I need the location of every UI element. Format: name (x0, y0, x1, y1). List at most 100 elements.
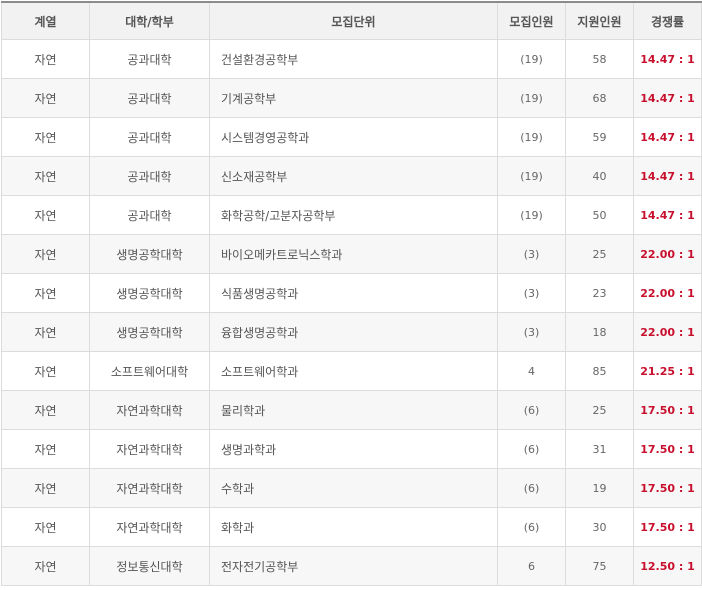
cell-ratio: 17.50 : 1 (633, 390, 702, 430)
header-applicants: 지원인원 (565, 1, 634, 40)
cell-unit: 기계공학부 (209, 78, 498, 118)
cell-quota: (19) (497, 156, 566, 196)
cell-college: 자연과학대학 (89, 429, 210, 469)
cell-field: 자연 (1, 273, 90, 313)
table-row: 자연 정보통신대학 전자전기공학부 6 75 12.50 : 1 (1, 546, 702, 586)
cell-field: 자연 (1, 468, 90, 508)
admission-competition-table: 계열 대학/학부 모집단위 모집인원 지원인원 경쟁률 자연 공과대학 건설환경공학… (1, 1, 702, 586)
table-row: 자연 공과대학 신소재공학부 (19) 40 14.47 : 1 (1, 156, 702, 196)
cell-unit: 시스템경영공학과 (209, 117, 498, 157)
cell-college: 소프트웨어대학 (89, 351, 210, 391)
cell-ratio: 14.47 : 1 (633, 117, 702, 157)
table-row: 자연 생명공학대학 바이오메카트로닉스학과 (3) 25 22.00 : 1 (1, 234, 702, 274)
cell-quota: (6) (497, 468, 566, 508)
cell-ratio: 17.50 : 1 (633, 429, 702, 469)
cell-field: 자연 (1, 312, 90, 352)
table-row: 자연 공과대학 기계공학부 (19) 68 14.47 : 1 (1, 78, 702, 118)
cell-applicants: 50 (565, 195, 634, 235)
header-ratio: 경쟁률 (633, 1, 702, 40)
cell-applicants: 30 (565, 507, 634, 547)
cell-college: 공과대학 (89, 39, 210, 79)
cell-field: 자연 (1, 156, 90, 196)
cell-college: 자연과학대학 (89, 468, 210, 508)
cell-applicants: 25 (565, 390, 634, 430)
cell-college: 자연과학대학 (89, 390, 210, 430)
cell-quota: (19) (497, 117, 566, 157)
cell-college: 생명공학대학 (89, 273, 210, 313)
cell-field: 자연 (1, 39, 90, 79)
table-row: 자연 생명공학대학 융합생명공학과 (3) 18 22.00 : 1 (1, 312, 702, 352)
cell-quota: (6) (497, 429, 566, 469)
cell-unit: 소프트웨어학과 (209, 351, 498, 391)
cell-college: 생명공학대학 (89, 234, 210, 274)
cell-quota: (3) (497, 273, 566, 313)
cell-ratio: 17.50 : 1 (633, 468, 702, 508)
cell-quota: (6) (497, 390, 566, 430)
table-row: 자연 자연과학대학 화학과 (6) 30 17.50 : 1 (1, 507, 702, 547)
cell-applicants: 19 (565, 468, 634, 508)
cell-unit: 식품생명공학과 (209, 273, 498, 313)
cell-applicants: 18 (565, 312, 634, 352)
cell-ratio: 22.00 : 1 (633, 234, 702, 274)
header-unit: 모집단위 (209, 1, 498, 40)
cell-field: 자연 (1, 429, 90, 469)
cell-quota: (3) (497, 234, 566, 274)
cell-field: 자연 (1, 195, 90, 235)
cell-unit: 융합생명공학과 (209, 312, 498, 352)
cell-college: 공과대학 (89, 156, 210, 196)
table-row: 자연 공과대학 건설환경공학부 (19) 58 14.47 : 1 (1, 39, 702, 79)
header-field: 계열 (1, 1, 90, 40)
cell-unit: 물리학과 (209, 390, 498, 430)
cell-unit: 건설환경공학부 (209, 39, 498, 79)
header-quota: 모집인원 (497, 1, 566, 40)
table-row: 자연 자연과학대학 수학과 (6) 19 17.50 : 1 (1, 468, 702, 508)
table-row: 자연 생명공학대학 식품생명공학과 (3) 23 22.00 : 1 (1, 273, 702, 313)
header-college: 대학/학부 (89, 1, 210, 40)
cell-college: 공과대학 (89, 78, 210, 118)
cell-ratio: 12.50 : 1 (633, 546, 702, 586)
cell-field: 자연 (1, 78, 90, 118)
table-header-row: 계열 대학/학부 모집단위 모집인원 지원인원 경쟁률 (1, 1, 702, 40)
cell-field: 자연 (1, 390, 90, 430)
cell-applicants: 68 (565, 78, 634, 118)
table-row: 자연 소프트웨어대학 소프트웨어학과 4 85 21.25 : 1 (1, 351, 702, 391)
cell-applicants: 58 (565, 39, 634, 79)
cell-ratio: 14.47 : 1 (633, 39, 702, 79)
cell-field: 자연 (1, 234, 90, 274)
cell-quota: (6) (497, 507, 566, 547)
cell-field: 자연 (1, 507, 90, 547)
cell-unit: 바이오메카트로닉스학과 (209, 234, 498, 274)
cell-college: 생명공학대학 (89, 312, 210, 352)
cell-college: 자연과학대학 (89, 507, 210, 547)
cell-ratio: 22.00 : 1 (633, 273, 702, 313)
cell-college: 정보통신대학 (89, 546, 210, 586)
cell-ratio: 22.00 : 1 (633, 312, 702, 352)
table-body: 자연 공과대학 건설환경공학부 (19) 58 14.47 : 1 자연 공과대학 기계공학부(… (1, 39, 702, 586)
cell-unit: 전자전기공학부 (209, 546, 498, 586)
cell-quota: (19) (497, 78, 566, 118)
cell-ratio: 14.47 : 1 (633, 78, 702, 118)
cell-applicants: 31 (565, 429, 634, 469)
cell-ratio: 14.47 : 1 (633, 156, 702, 196)
cell-ratio: 17.50 : 1 (633, 507, 702, 547)
cell-applicants: 40 (565, 156, 634, 196)
cell-college: 공과대학 (89, 195, 210, 235)
cell-college: 공과대학 (89, 117, 210, 157)
cell-unit: 생명과학과 (209, 429, 498, 469)
cell-quota: (3) (497, 312, 566, 352)
cell-quota: 4 (497, 351, 566, 391)
table-row: 자연 자연과학대학 생명과학과 (6) 31 17.50 : 1 (1, 429, 702, 469)
table-row: 자연 공과대학 화학공학/고분자공학부 (19) 50 14.47 : 1 (1, 195, 702, 235)
cell-field: 자연 (1, 546, 90, 586)
cell-applicants: 25 (565, 234, 634, 274)
cell-applicants: 23 (565, 273, 634, 313)
table-row: 자연 공과대학 시스템경영공학과 (19) 59 14.47 : 1 (1, 117, 702, 157)
cell-unit: 화학공학/고분자공학부 (209, 195, 498, 235)
cell-quota: 6 (497, 546, 566, 586)
cell-ratio: 14.47 : 1 (633, 195, 702, 235)
cell-unit: 수학과 (209, 468, 498, 508)
cell-ratio: 21.25 : 1 (633, 351, 702, 391)
cell-quota: (19) (497, 39, 566, 79)
table-row: 자연 자연과학대학 물리학과 (6) 25 17.50 : 1 (1, 390, 702, 430)
cell-applicants: 59 (565, 117, 634, 157)
